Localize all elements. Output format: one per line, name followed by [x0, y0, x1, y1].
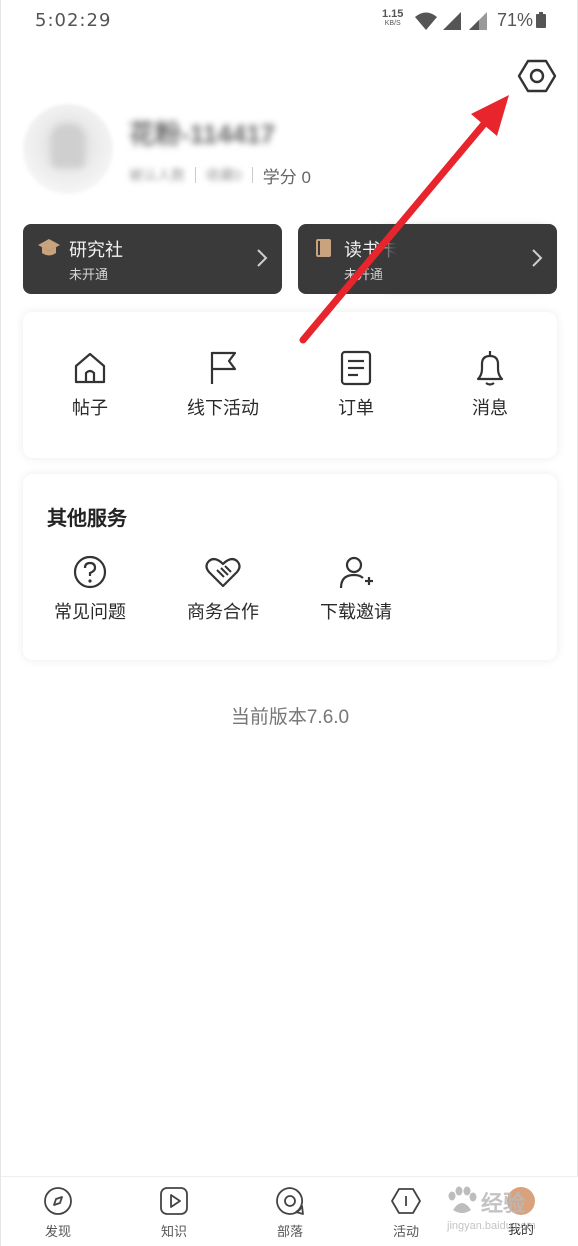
- entry-messages[interactable]: 消息: [423, 348, 557, 420]
- tab-label: 我的: [507, 1222, 534, 1237]
- profile-stats: 被认人数 收藏0 学分 0: [129, 163, 311, 187]
- document-icon: [340, 350, 372, 386]
- nickname[interactable]: 花粉-114417: [129, 114, 275, 151]
- bottom-tab-bar: 发现 知识 部落 活动 我的: [1, 1176, 578, 1246]
- flag-icon: [210, 351, 237, 384]
- entry-posts[interactable]: 帖子: [23, 348, 157, 420]
- chevron-right-icon: [532, 249, 543, 267]
- other-services-card: 其他服务 常见问题 商务合作 下载邀请: [23, 474, 557, 660]
- compass-icon: [44, 1187, 72, 1215]
- service-business[interactable]: 商务合作: [156, 552, 290, 624]
- book-icon: [316, 239, 331, 257]
- tab-activities[interactable]: 活动: [366, 1185, 446, 1240]
- app-version: 当前版本7.6.0: [230, 707, 350, 728]
- signal-icons: [415, 12, 487, 30]
- membership-title: 研究社: [69, 240, 123, 260]
- research-club-card[interactable]: 研究社 未开通: [23, 224, 282, 294]
- graduation-cap-icon: [38, 239, 60, 256]
- settings-button[interactable]: [517, 56, 557, 96]
- divider: [251, 167, 253, 183]
- question-icon: [73, 555, 107, 589]
- membership-status: 未开通: [344, 267, 384, 282]
- service-label: 下载邀请: [320, 602, 392, 622]
- app-screen: 5:02:29 1.15 KB/S 71% 花粉-114417 被认人数 收藏0…: [0, 0, 578, 1246]
- network-speed-unit: KB/S: [384, 20, 401, 27]
- handshake-heart-icon: [205, 557, 241, 588]
- divider: [195, 167, 196, 183]
- tab-label: 知识: [160, 1224, 187, 1239]
- service-label: 常见问题: [54, 602, 126, 622]
- hexagon-icon: [391, 1188, 421, 1214]
- status-time: 5:02:29: [35, 10, 112, 31]
- tab-label: 活动: [392, 1224, 419, 1239]
- entry-label: 帖子: [72, 398, 108, 418]
- battery-icon: [536, 12, 546, 28]
- add-user-icon: [339, 556, 373, 589]
- reading-card[interactable]: 读书卡 未开通: [298, 224, 557, 294]
- entry-offline-events[interactable]: 线下活动: [156, 348, 290, 420]
- service-label: 商务合作: [187, 602, 259, 622]
- profile-tag-1: 被认人数: [129, 167, 185, 183]
- entry-orders[interactable]: 订单: [289, 348, 423, 420]
- settings-icon: [517, 59, 557, 93]
- tab-tribe[interactable]: 部落: [250, 1185, 330, 1240]
- quick-entries-card: 帖子 线下活动 订单 消息: [23, 312, 557, 458]
- avatar[interactable]: [23, 104, 113, 194]
- service-faq[interactable]: 常见问题: [23, 552, 157, 624]
- entry-label: 消息: [472, 398, 508, 418]
- avatar-icon: [507, 1187, 535, 1215]
- service-download-invite[interactable]: 下载邀请: [289, 552, 423, 624]
- redaction-blur: [386, 232, 546, 284]
- home-icon: [74, 352, 106, 384]
- section-heading: 其他服务: [47, 508, 127, 530]
- profile-tag-2: 收藏0: [206, 167, 242, 183]
- play-icon: [160, 1187, 188, 1215]
- network-speed: 1.15 KB/S: [382, 9, 403, 29]
- entry-label: 线下活动: [187, 398, 259, 418]
- tab-label: 发现: [44, 1224, 71, 1239]
- tab-knowledge[interactable]: 知识: [134, 1185, 214, 1240]
- tab-discover[interactable]: 发现: [18, 1185, 98, 1240]
- chevron-right-icon: [257, 249, 268, 267]
- credit-score[interactable]: 学分 0: [263, 163, 311, 188]
- tab-label: 部落: [276, 1224, 303, 1239]
- tab-mine[interactable]: 我的: [481, 1185, 561, 1238]
- status-bar: 5:02:29 1.15 KB/S 71%: [1, 0, 578, 42]
- cell-signal-icon: [443, 12, 461, 30]
- wifi-icon: [415, 12, 437, 30]
- bell-icon: [476, 351, 504, 386]
- entry-label: 订单: [338, 398, 374, 418]
- battery-percent: 71%: [497, 10, 534, 30]
- chat-circle-icon: [276, 1187, 304, 1215]
- membership-status: 未开通: [69, 267, 109, 282]
